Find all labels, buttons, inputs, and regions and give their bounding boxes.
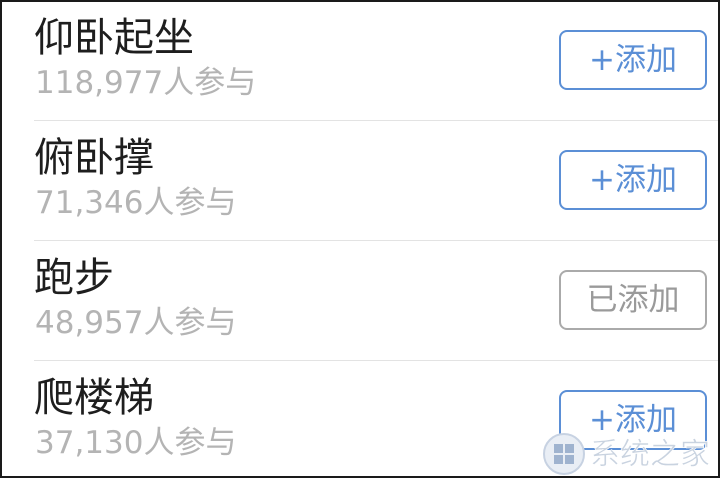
sport-name: 爬楼梯: [34, 375, 154, 421]
sport-name: 俯卧撑: [34, 135, 154, 181]
screenshot-frame: 仰卧起坐 118,977人参与 +添加 俯卧撑 71,346人参与 +添加 跑步…: [0, 0, 720, 478]
participant-count: 118,977人参与: [35, 65, 257, 101]
watermark-logo: 系统之家: [543, 433, 710, 475]
sport-list: 仰卧起坐 118,977人参与 +添加 俯卧撑 71,346人参与 +添加 跑步…: [2, 2, 718, 476]
add-button[interactable]: +添加: [559, 150, 707, 210]
windows-logo-icon: [543, 433, 585, 475]
list-item: 跑步 48,957人参与 已添加: [2, 240, 718, 360]
sport-name: 跑步: [34, 255, 114, 301]
watermark-text: 系统之家: [590, 437, 710, 472]
participant-count: 71,346人参与: [35, 185, 237, 221]
sport-name: 仰卧起坐: [34, 15, 194, 61]
added-button[interactable]: 已添加: [559, 270, 707, 330]
list-item: 俯卧撑 71,346人参与 +添加: [2, 120, 718, 240]
list-item: 仰卧起坐 118,977人参与 +添加: [2, 2, 718, 120]
participant-count: 48,957人参与: [35, 305, 237, 341]
participant-count: 37,130人参与: [35, 425, 237, 461]
add-button[interactable]: +添加: [559, 30, 707, 90]
